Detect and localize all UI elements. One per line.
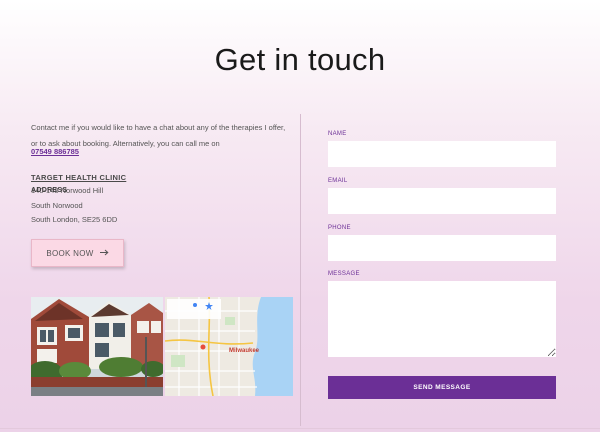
book-now-button[interactable]: BOOK NOW (31, 239, 124, 267)
page-title: Get in touch (214, 42, 386, 77)
address-line-2: South Norwood (31, 201, 83, 210)
map-city-label: Milwaukee (229, 348, 260, 354)
send-message-label: SEND MESSAGE (413, 384, 471, 391)
message-field[interactable] (328, 281, 556, 357)
email-label: EMAIL (328, 178, 348, 184)
email-field[interactable] (328, 188, 556, 214)
phone-field[interactable] (328, 235, 556, 261)
phone-link[interactable]: 07549 886785 (31, 147, 79, 156)
clinic-name: TARGET HEALTH CLINIC (31, 173, 127, 182)
name-label: NAME (328, 131, 347, 137)
arrow-right-icon (99, 249, 109, 258)
location-map[interactable]: Milwaukee (165, 297, 293, 396)
address-label: ADDRESS (31, 187, 68, 194)
address-line-3: South London, SE25 6DD (31, 215, 118, 224)
phone-label: PHONE (328, 225, 351, 231)
column-divider (300, 114, 301, 426)
message-label: MESSAGE (328, 271, 360, 277)
footer-line (0, 428, 600, 429)
clinic-photo (31, 297, 163, 396)
send-message-button[interactable]: SEND MESSAGE (328, 376, 556, 399)
book-now-label: BOOK NOW (46, 248, 94, 258)
name-field[interactable] (328, 141, 556, 167)
